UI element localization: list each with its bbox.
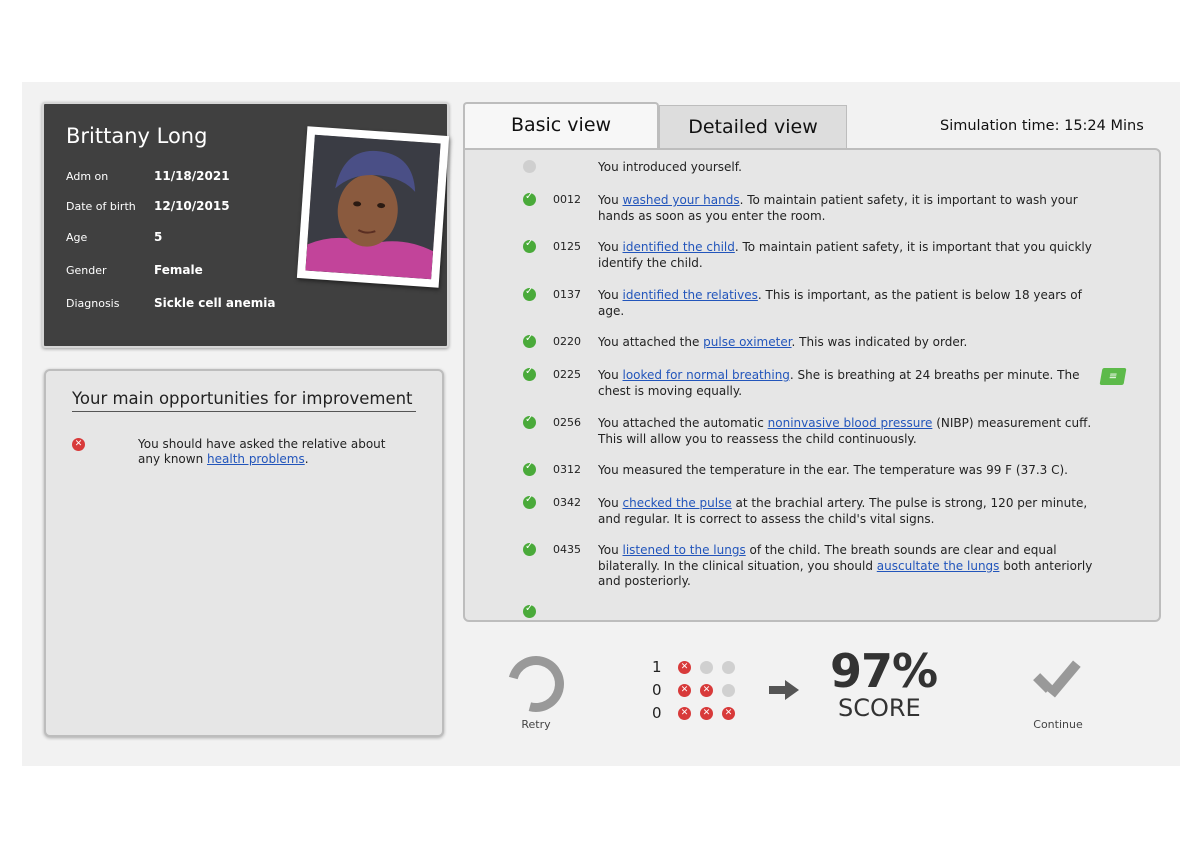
score-percent: 97% bbox=[830, 644, 938, 698]
retry-button[interactable]: Retry bbox=[497, 645, 575, 731]
patient-photo bbox=[296, 126, 450, 288]
listened-lungs-link[interactable]: listened to the lungs bbox=[623, 543, 746, 557]
log-text: You listened to the lungs of the child. … bbox=[598, 543, 1093, 588]
error-icon: ✕ bbox=[700, 707, 713, 720]
normal-breathing-link[interactable]: looked for normal breathing bbox=[623, 368, 790, 382]
log-text: You washed your hands. To maintain patie… bbox=[598, 193, 1078, 223]
retry-label: Retry bbox=[521, 718, 551, 731]
log-text: You measured the temperature in the ear.… bbox=[598, 463, 1068, 477]
nibp-link[interactable]: noninvasive blood pressure bbox=[768, 416, 933, 430]
empty-dot-icon bbox=[722, 684, 735, 697]
patient-avatar-illustration bbox=[305, 134, 441, 280]
error-icon: ✕ bbox=[72, 438, 85, 451]
log-text: You attached the automatic noninvasive b… bbox=[598, 416, 1092, 446]
status-ok-icon bbox=[523, 541, 536, 556]
gender-value: Female bbox=[154, 263, 203, 277]
event-log[interactable]: You introduced yourself. 0012 You washed… bbox=[463, 148, 1161, 622]
arrow-right-icon bbox=[769, 686, 785, 694]
log-time: 0137 bbox=[553, 288, 581, 301]
adm-value: 11/18/2021 bbox=[154, 169, 230, 183]
adm-label: Adm on bbox=[66, 170, 109, 183]
washed-hands-link[interactable]: washed your hands bbox=[623, 193, 740, 207]
arrow-right-icon-head bbox=[785, 680, 799, 700]
note-icon[interactable]: ≡ bbox=[1099, 368, 1127, 385]
error-icon: ✕ bbox=[700, 684, 713, 697]
status-ok-icon bbox=[523, 494, 536, 509]
checked-pulse-link[interactable]: checked the pulse bbox=[623, 496, 732, 510]
log-time: 0220 bbox=[553, 335, 581, 348]
status-pending-icon bbox=[523, 160, 536, 173]
results-screen: Brittany Long Adm on 11/18/2021 Date of … bbox=[22, 82, 1180, 766]
retry-icon bbox=[497, 645, 575, 723]
gender-label: Gender bbox=[66, 264, 107, 277]
error-icon: ✕ bbox=[678, 707, 691, 720]
patient-card: Brittany Long Adm on 11/18/2021 Date of … bbox=[42, 102, 450, 348]
tab-detailed-view[interactable]: Detailed view bbox=[659, 105, 847, 149]
log-text: You identified the child. To maintain pa… bbox=[598, 240, 1092, 270]
dob-value: 12/10/2015 bbox=[154, 199, 230, 213]
improvement-title: Your main opportunities for improvement bbox=[72, 389, 416, 412]
tab-basic-view[interactable]: Basic view bbox=[463, 102, 659, 148]
empty-dot-icon bbox=[722, 661, 735, 674]
log-time: 0256 bbox=[553, 416, 581, 429]
log-time: 0312 bbox=[553, 463, 581, 476]
error-icon: ✕ bbox=[678, 684, 691, 697]
improvement-panel: Your main opportunities for improvement … bbox=[44, 369, 444, 737]
log-time: 0342 bbox=[553, 496, 581, 509]
score-label: SCORE bbox=[838, 694, 921, 722]
age-label: Age bbox=[66, 231, 88, 244]
diagnosis-value: Sickle cell anemia bbox=[154, 296, 276, 310]
pulse-oximeter-link[interactable]: pulse oximeter bbox=[703, 335, 791, 349]
dob-label: Date of birth bbox=[66, 200, 136, 213]
diagnosis-label: Diagnosis bbox=[66, 297, 120, 310]
simulation-time: Simulation time: 15:24 Mins bbox=[940, 118, 1144, 134]
status-ok-icon bbox=[523, 366, 536, 381]
log-text: You attached the pulse oximeter. This wa… bbox=[598, 335, 968, 349]
health-problems-link[interactable]: health problems bbox=[207, 452, 305, 466]
log-time: 0125 bbox=[553, 240, 581, 253]
log-time: 0012 bbox=[553, 193, 581, 206]
error-icon: ✕ bbox=[678, 661, 691, 674]
improvement-text-end: . bbox=[304, 452, 309, 466]
checkmark-icon bbox=[1030, 656, 1086, 712]
improvement-item: You should have asked the relative about… bbox=[138, 437, 408, 467]
status-ok-icon bbox=[523, 286, 536, 301]
count-one-error: 1 bbox=[652, 658, 662, 676]
status-ok-icon bbox=[523, 603, 536, 618]
status-ok-icon bbox=[523, 333, 536, 348]
log-time: 0225 bbox=[553, 368, 581, 381]
status-ok-icon bbox=[523, 461, 536, 476]
status-ok-icon bbox=[523, 414, 536, 429]
patient-name: Brittany Long bbox=[66, 124, 208, 148]
log-text: You checked the pulse at the brachial ar… bbox=[598, 496, 1088, 526]
log-text: You introduced yourself. bbox=[598, 160, 742, 174]
error-icon: ✕ bbox=[722, 707, 735, 720]
continue-button[interactable]: Continue bbox=[1025, 656, 1091, 731]
identified-relatives-link[interactable]: identified the relatives bbox=[623, 288, 758, 302]
empty-dot-icon bbox=[700, 661, 713, 674]
log-text: You looked for normal breathing. She is … bbox=[598, 368, 1080, 398]
count-two-errors: 0 bbox=[652, 681, 662, 699]
status-ok-icon bbox=[523, 238, 536, 253]
age-value: 5 bbox=[154, 230, 163, 244]
auscultate-lungs-link[interactable]: auscultate the lungs bbox=[877, 559, 1000, 573]
status-ok-icon bbox=[523, 191, 536, 206]
count-three-errors: 0 bbox=[652, 704, 662, 722]
log-time: 0435 bbox=[553, 543, 581, 556]
identified-child-link[interactable]: identified the child bbox=[623, 240, 735, 254]
continue-label: Continue bbox=[1033, 718, 1083, 731]
log-text: You identified the relatives. This is im… bbox=[598, 288, 1082, 318]
